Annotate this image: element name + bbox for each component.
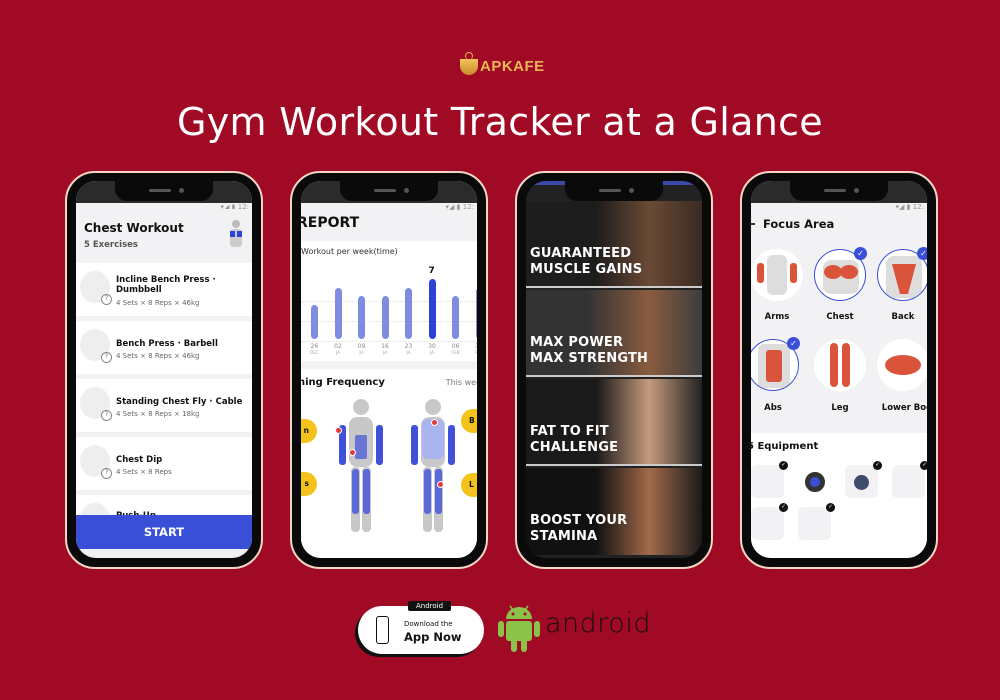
focus-arms[interactable] bbox=[751, 249, 803, 301]
exercise-image bbox=[80, 271, 112, 305]
coffee-cup-icon bbox=[460, 51, 478, 75]
back-arrow-icon[interactable] bbox=[751, 223, 755, 225]
page-title: Focus Area bbox=[763, 217, 835, 231]
program-banner[interactable]: GUARANTEED MUSCLE GAINS bbox=[526, 201, 702, 288]
muscle-marker bbox=[431, 419, 438, 426]
status-bar: ▾◢ ▮ 12: bbox=[895, 203, 924, 211]
exercise-item[interactable]: Standing Chest Fly · Cable 4 Sets × 8 Re… bbox=[76, 379, 252, 432]
phone-notch bbox=[115, 181, 213, 201]
chart-bar[interactable] bbox=[358, 296, 365, 339]
muscle-marker bbox=[349, 449, 356, 456]
exercise-item[interactable]: Bench Press · Barbell 4 Sets × 8 Reps × … bbox=[76, 321, 252, 374]
x-tick-label: 23 JA bbox=[404, 343, 413, 356]
phone-icon bbox=[376, 616, 389, 644]
chest-muscle-icon bbox=[230, 220, 242, 247]
equipment-section: 5 Equipment ✓ ✓ ✓ ✓ ✓ bbox=[751, 433, 927, 558]
check-icon: ✓ bbox=[787, 337, 800, 350]
muscle-label: s bbox=[301, 472, 317, 496]
exercise-count: 5 Exercises bbox=[84, 240, 138, 250]
chart-bar[interactable] bbox=[405, 287, 412, 339]
phone-focus-area: ▾◢ ▮ 12: Focus Area Arms ✓ Chest ✓ Back … bbox=[740, 171, 938, 569]
body-map bbox=[339, 399, 455, 532]
x-tick-label: 02 JA bbox=[334, 343, 342, 356]
program-banner[interactable]: FAT TO FIT CHALLENGE bbox=[526, 379, 702, 466]
equipment-tile[interactable] bbox=[892, 507, 925, 540]
x-tick-label: 26 DEC bbox=[309, 343, 320, 356]
training-frequency: ning Frequency This wee n s B L bbox=[301, 369, 477, 558]
program-banner[interactable]: MAX POWER MAX STRENGTH bbox=[526, 290, 702, 377]
apkafe-logo: APKAFE bbox=[460, 51, 545, 75]
muscle-label: n bbox=[301, 419, 317, 443]
chart-title: Workout per week(time) bbox=[301, 247, 398, 256]
equipment-tile[interactable]: ✓ bbox=[845, 461, 882, 498]
x-tick-label: 13FEB bbox=[470, 343, 477, 357]
chart-bar[interactable] bbox=[381, 296, 389, 339]
exercise-image bbox=[80, 387, 112, 421]
exercise-item[interactable]: Chest Dip 4 Sets × 8 Reps bbox=[76, 437, 252, 490]
muscle-marker bbox=[335, 427, 342, 434]
check-icon: ✓ bbox=[917, 247, 927, 260]
download-app-button[interactable]: Android Download the App Now bbox=[358, 601, 484, 654]
status-bar: ▾◢ ▮ 12: bbox=[445, 203, 474, 211]
x-tick-label: 16 JA bbox=[381, 343, 389, 356]
logo-text: APKAFE bbox=[480, 58, 545, 75]
equipment-tile[interactable] bbox=[845, 507, 878, 540]
equipment-tile[interactable]: ✓ bbox=[751, 503, 788, 540]
android-wordmark: android bbox=[545, 608, 651, 639]
chart-bar[interactable] bbox=[311, 304, 318, 339]
page-title: Chest Workout bbox=[84, 221, 184, 235]
x-tick-label: 06 FEB bbox=[451, 343, 460, 356]
peak-value-label: 7 bbox=[428, 266, 435, 276]
chart-bar[interactable] bbox=[452, 296, 459, 339]
headline: Gym Workout Tracker at a Glance bbox=[177, 100, 823, 144]
phone-report: ▾◢ ▮ 12: REPORT Workout per week(time) 7… bbox=[290, 171, 488, 569]
equipment-tile[interactable]: ✓ bbox=[798, 503, 835, 540]
page-title: REPORT bbox=[301, 215, 360, 231]
equipment-tile[interactable] bbox=[798, 465, 831, 498]
focus-leg[interactable] bbox=[814, 339, 866, 391]
exercise-image bbox=[80, 445, 112, 479]
program-banner[interactable]: BOOST YOUR STAMINA bbox=[526, 468, 702, 555]
section-title: 5 Equipment bbox=[751, 441, 819, 452]
section-title: ning Frequency bbox=[301, 377, 385, 388]
range-select[interactable]: This wee bbox=[446, 378, 477, 387]
chart-bar[interactable] bbox=[475, 287, 477, 339]
equipment-tile[interactable]: ✓ bbox=[751, 461, 788, 498]
weekly-workout-chart: Workout per week(time) 7 26 DEC 02 JA 09 JA 16… bbox=[301, 241, 477, 361]
phone-programs: GUARANTEED MUSCLE GAINS MAX POWER MAX STRE… bbox=[515, 171, 713, 569]
workout-header: Chest Workout 5 Exercises bbox=[76, 209, 252, 261]
exercise-item[interactable]: Incline Bench Press · Dumbbell 4 Sets × … bbox=[76, 263, 252, 316]
chart-bar[interactable] bbox=[334, 287, 342, 339]
x-tick-label: 30 JA bbox=[428, 343, 436, 356]
start-button[interactable]: START bbox=[76, 515, 252, 549]
check-icon: ✓ bbox=[854, 247, 867, 260]
x-tick-label: 09 JA bbox=[357, 343, 366, 356]
focus-lower-body[interactable] bbox=[877, 339, 927, 391]
equipment-tile[interactable]: ✓ bbox=[892, 461, 927, 498]
chart-bar[interactable] bbox=[428, 279, 436, 339]
android-robot-icon bbox=[498, 605, 540, 652]
muscle-marker bbox=[437, 481, 444, 488]
phone-chest-workout: ▾◢ ▮ 12: Chest Workout 5 Exercises Incli… bbox=[65, 171, 263, 569]
exercise-image bbox=[80, 329, 112, 363]
